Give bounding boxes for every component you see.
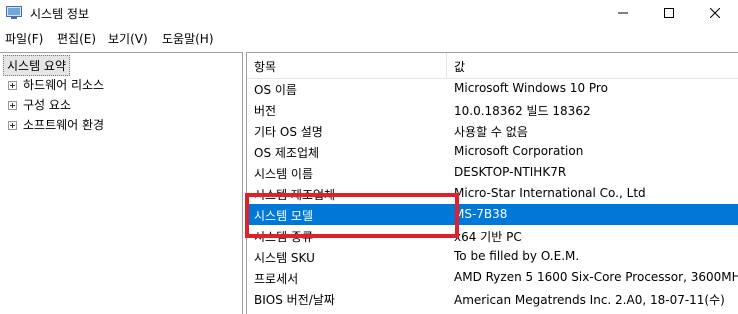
close-button[interactable]: [692, 0, 738, 26]
details-list: 항목 값 OS 이름 Microsoft Windows 10 Pro 버전 1…: [246, 52, 738, 314]
table-row[interactable]: OS 이름 Microsoft Windows 10 Pro: [247, 78, 738, 99]
row-item: OS 제조업체: [254, 146, 320, 160]
window-title: 시스템 정보: [30, 7, 90, 21]
row-value: Microsoft Windows 10 Pro: [454, 81, 608, 95]
title-bar: 시스템 정보: [0, 0, 738, 26]
row-value: AMD Ryzen 5 1600 Six-Core Processor, 360…: [454, 270, 738, 284]
tree-item-label: 소프트웨어 환경: [23, 118, 105, 132]
row-item: 시스템 SKU: [254, 251, 315, 265]
row-value: x64 기반 PC: [454, 230, 522, 244]
table-row[interactable]: BIOS 버전/날짜 American Megatrends Inc. 2.A0…: [247, 288, 738, 309]
menu-bar: 파일(F) 편집(E) 보기(V) 도움말(H): [0, 26, 738, 48]
minimize-button[interactable]: [600, 0, 646, 26]
system-information-icon: [6, 6, 22, 19]
row-value: 사용할 수 없음: [454, 125, 528, 139]
menu-help[interactable]: 도움말(H): [162, 30, 214, 47]
tree-item-components[interactable]: 구성 요소: [8, 96, 71, 113]
expand-icon[interactable]: [8, 121, 17, 130]
row-item: OS 이름: [254, 83, 297, 97]
tree-item-label: 구성 요소: [23, 98, 71, 112]
row-item: BIOS 버전/날짜: [254, 293, 335, 307]
column-header-value[interactable]: 값: [454, 58, 465, 75]
maximize-button[interactable]: [646, 0, 692, 26]
row-value: Micro-Star International Co., Ltd: [454, 186, 646, 200]
table-row[interactable]: 시스템 이름 DESKTOP-NTIHK7R: [247, 162, 738, 183]
row-item: 프로세서: [254, 272, 299, 286]
category-tree: 시스템 요약 하드웨어 리소스 구성 요소 소프트웨어 환경: [0, 52, 243, 314]
row-value: American Megatrends Inc. 2.A0, 18-07-11(…: [454, 293, 725, 307]
tree-item-system-summary[interactable]: 시스템 요약: [3, 55, 71, 76]
expand-icon[interactable]: [8, 81, 17, 90]
row-value: To be filled by O.E.M.: [454, 249, 580, 263]
menu-edit[interactable]: 편집(E): [57, 30, 96, 47]
tree-item-label: 하드웨어 리소스: [23, 78, 105, 92]
tree-item-software-environment[interactable]: 소프트웨어 환경: [8, 116, 104, 133]
table-row[interactable]: OS 제조업체 Microsoft Corporation: [247, 141, 738, 162]
close-icon: [710, 8, 720, 18]
row-value: 10.0.18362 빌드 18362: [454, 104, 591, 118]
row-value: DESKTOP-NTIHK7R: [454, 165, 567, 179]
column-divider[interactable]: [446, 53, 447, 78]
menu-view[interactable]: 보기(V): [108, 30, 148, 47]
minimize-icon: [618, 12, 628, 14]
table-row[interactable]: 프로세서 AMD Ryzen 5 1600 Six-Core Processor…: [247, 267, 738, 288]
column-header-item[interactable]: 항목: [254, 58, 276, 75]
annotation-highlight-box: [245, 193, 459, 238]
row-item: 기타 OS 설명: [254, 125, 323, 139]
tree-item-hardware-resources[interactable]: 하드웨어 리소스: [8, 76, 104, 93]
row-value: Microsoft Corporation: [454, 144, 584, 158]
row-item: 시스템 이름: [254, 167, 314, 181]
menu-file[interactable]: 파일(F): [5, 30, 43, 47]
table-row[interactable]: 기타 OS 설명 사용할 수 없음: [247, 120, 738, 141]
row-item: 버전: [254, 104, 277, 118]
maximize-icon: [664, 8, 674, 18]
row-value: MS-7B38: [454, 207, 508, 221]
table-row[interactable]: 버전 10.0.18362 빌드 18362: [247, 99, 738, 120]
table-row[interactable]: 시스템 SKU To be filled by O.E.M.: [247, 246, 738, 267]
column-header: 항목 값: [247, 53, 738, 79]
expand-icon[interactable]: [8, 101, 17, 110]
